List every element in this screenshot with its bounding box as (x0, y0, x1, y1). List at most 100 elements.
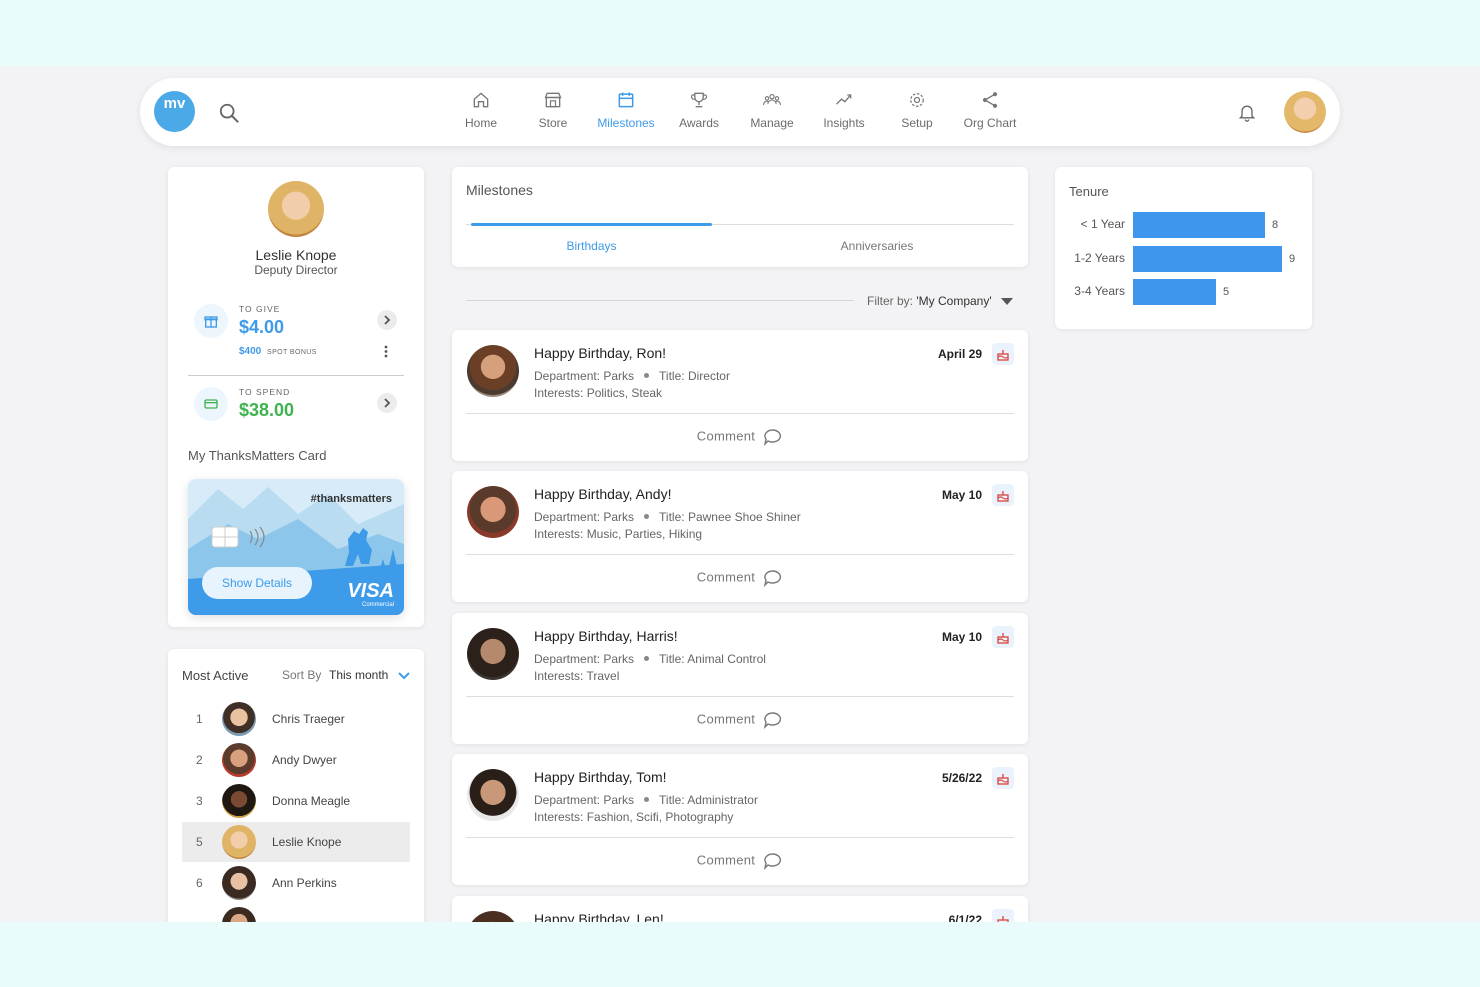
to-give-chevron-icon[interactable] (377, 310, 397, 330)
rank: 3 (196, 794, 203, 808)
card-hashtag: #thanksmatters (310, 493, 392, 505)
bell-icon[interactable] (1237, 101, 1257, 123)
nav-home-label: Home (464, 116, 497, 130)
birthday-post: Happy Birthday, Andy! Department: Parks T… (452, 471, 1028, 602)
comment-button[interactable]: Comment (452, 428, 1028, 447)
to-spend-label: TO SPEND (239, 387, 291, 397)
list-item[interactable]: 6 Ann Perkins (182, 863, 410, 903)
post-meta: Department: Parks Title: Animal Control I… (534, 651, 766, 685)
nav-store-label: Store (538, 116, 568, 130)
list-item[interactable]: 3 Donna Meagle (182, 781, 410, 821)
store-icon (544, 92, 562, 108)
visa-logo: VISA (347, 580, 394, 602)
avatar (222, 907, 256, 922)
divider (466, 554, 1014, 555)
nav-store[interactable]: Store (517, 90, 589, 130)
bar-value: 9 (1289, 252, 1296, 265)
post-title: Happy Birthday, Andy! (534, 486, 672, 502)
avatar (222, 702, 256, 736)
speech-bubble-icon (764, 570, 782, 588)
comment-button[interactable]: Comment (452, 569, 1028, 588)
cake-icon (992, 767, 1014, 789)
post-title: Happy Birthday, Ron! (534, 345, 667, 361)
milestones-title: Milestones (466, 182, 533, 198)
post-department: Department: Parks (534, 793, 635, 807)
nav-awards-label: Awards (679, 116, 719, 130)
comment-button[interactable]: Comment (452, 711, 1028, 730)
post-job-title: Title: Director (659, 369, 730, 383)
member-name: Leslie Knope (272, 835, 342, 849)
post-title: Happy Birthday, Tom! (534, 769, 667, 785)
post-department: Department: Parks (534, 510, 635, 524)
sort-label: Sort By (282, 668, 322, 682)
sort-value: This month (329, 668, 389, 682)
sort-dropdown[interactable]: This month (329, 668, 410, 682)
filter-label: Filter by: (867, 294, 914, 308)
visa-sub: Commercial (361, 602, 394, 608)
tab-anniversaries[interactable]: Anniversaries (752, 239, 1002, 253)
spot-bonus-amount: $400 (239, 346, 262, 357)
comment-label: Comment (696, 711, 756, 727)
speech-bubble-icon (764, 429, 782, 447)
cake-icon (992, 909, 1014, 922)
profile-role: Deputy Director (254, 263, 338, 277)
member-name: Donna Meagle (272, 794, 351, 808)
profile-avatar (268, 181, 324, 237)
gear-icon (910, 93, 924, 107)
nav-home[interactable]: Home (445, 90, 517, 130)
to-give-amount: $4.00 (239, 317, 285, 337)
spot-bonus: $400 SPOT BONUS (239, 346, 317, 357)
nav-awards[interactable]: Awards (663, 90, 735, 130)
rank: 5 (196, 835, 203, 849)
cake-icon (992, 626, 1014, 648)
post-interests: Interests: Travel (534, 669, 620, 683)
tab-birthdays[interactable]: Birthdays (471, 239, 712, 253)
filter-value: 'My Company' (916, 294, 992, 308)
avatar (222, 784, 256, 818)
avatar (222, 866, 256, 900)
list-item[interactable]: 2 Andy Dwyer (182, 740, 410, 780)
nav-milestones[interactable]: Milestones (590, 90, 662, 130)
nav-setup[interactable]: Setup (881, 90, 953, 130)
post-date: 5/26/22 (941, 771, 982, 785)
bar (1133, 212, 1265, 238)
comment-button[interactable]: Comment (452, 852, 1028, 871)
member-name: Ann Perkins (272, 876, 337, 890)
nav-org-chart-label: Org Chart (963, 116, 1017, 130)
card-section-title: My ThanksMatters Card (188, 448, 327, 463)
nav-insights-label: Insights (823, 116, 865, 130)
bar (1133, 245, 1282, 272)
most-active-title: Most Active (182, 668, 249, 683)
post-title: Happy Birthday, Len! (534, 911, 664, 922)
most-active-card: Most Active Sort By This month 1 Chris T… (168, 649, 424, 922)
user-avatar[interactable] (1284, 91, 1326, 133)
divider (466, 696, 1014, 697)
avatar (222, 825, 256, 859)
post-interests: Interests: Music, Parties, Hiking (534, 527, 703, 541)
list-item[interactable] (182, 904, 410, 922)
avatar (467, 628, 519, 680)
top-navigation: mv Home Store Milestones Awards Manage I… (140, 78, 1340, 146)
comment-label: Comment (696, 428, 756, 444)
speech-bubble-icon (764, 853, 782, 871)
nav-org-chart[interactable]: Org Chart (954, 90, 1026, 130)
bar-label: 1-2 Years (1074, 250, 1125, 265)
bar-label: < 1 Year (1080, 217, 1125, 231)
speech-bubble-icon (764, 712, 782, 730)
bar-label: 3-4 Years (1074, 284, 1125, 298)
more-options-icon[interactable] (384, 345, 388, 358)
to-spend-chevron-icon[interactable] (377, 393, 397, 413)
nav-manage[interactable]: Manage (736, 90, 808, 130)
thanksmatters-card: #thanksmatters Show Details VISA Commerc… (188, 479, 404, 615)
birthday-post: Happy Birthday, Harris! Department: Park… (452, 613, 1028, 744)
bar (1133, 279, 1216, 305)
show-details-button[interactable]: Show Details (202, 567, 312, 599)
divider (466, 837, 1014, 838)
list-item[interactable]: 1 Chris Traeger (182, 699, 410, 739)
list-item[interactable]: 5 Leslie Knope (182, 822, 410, 862)
post-department: Department: Parks (534, 369, 635, 383)
post-job-title: Title: Pawnee Shoe Shiner (659, 510, 801, 524)
nav-insights[interactable]: Insights (808, 90, 880, 130)
filter-dropdown[interactable]: Filter by: 'My Company' (867, 294, 1013, 308)
post-date: April 29 (937, 347, 982, 361)
